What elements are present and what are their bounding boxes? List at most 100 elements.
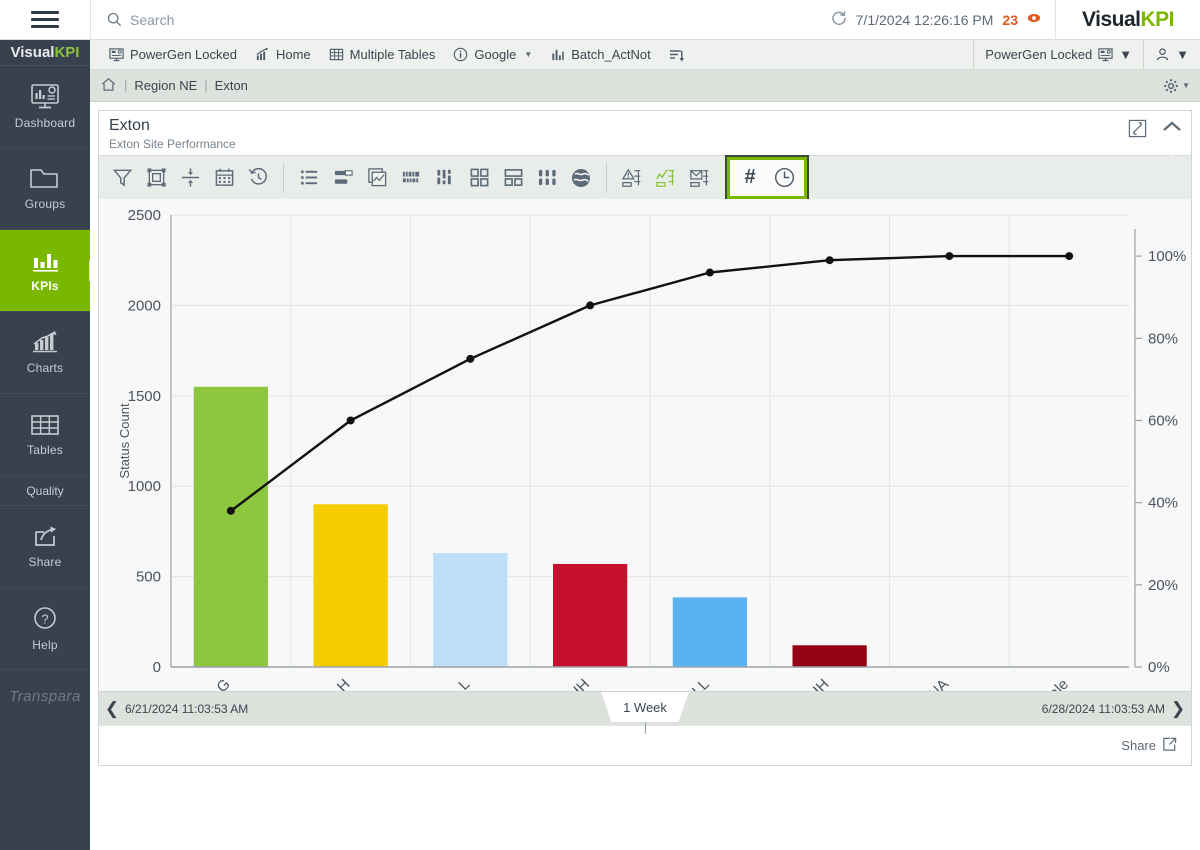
toolbar-group-count-time-highlighted: #	[727, 157, 807, 199]
sidebar-item-tables[interactable]: Tables	[0, 394, 90, 476]
external-share-icon[interactable]	[1162, 737, 1177, 755]
chart-bar[interactable]	[433, 553, 507, 667]
chevron-left-icon[interactable]: ❮	[99, 699, 125, 719]
line-chart-icon	[30, 330, 60, 355]
chevron-down-icon: ▼	[1119, 47, 1132, 62]
chart-line-point[interactable]	[227, 507, 235, 515]
calendar-icon[interactable]	[207, 161, 241, 195]
chart-line-point[interactable]	[826, 256, 834, 264]
alert-table-icon[interactable]	[615, 161, 649, 195]
pareto-chart[interactable]: 050010001500200025000%20%40%60%80%100%GH…	[99, 199, 1191, 691]
message-table-icon[interactable]	[683, 161, 717, 195]
search-input[interactable]: Search	[91, 12, 831, 28]
menu-item-google[interactable]: Google ▼	[444, 40, 541, 70]
chart-bar[interactable]	[793, 645, 867, 667]
chart-toolbar: #	[99, 155, 1191, 199]
chart-bar[interactable]	[194, 387, 268, 667]
toolbar-group-views	[292, 161, 598, 195]
y2-axis-tick-label: 100%	[1148, 248, 1186, 265]
info-circle-icon	[453, 47, 468, 62]
menu-item-home[interactable]: Home	[246, 40, 320, 70]
y2-axis-tick-label: 80%	[1148, 330, 1178, 347]
cards-icon[interactable]	[496, 161, 530, 195]
breadcrumb-item-exton[interactable]: Exton	[215, 78, 248, 93]
menu-item-multiple-tables[interactable]: Multiple Tables	[320, 40, 445, 70]
breadcrumb-item-region-ne[interactable]: Region NE	[134, 78, 197, 93]
hash-icon[interactable]: #	[733, 161, 767, 195]
chart-line-point[interactable]	[347, 416, 355, 424]
sidebar-item-dashboard[interactable]: Dashboard	[0, 66, 90, 148]
trend-table-icon[interactable]	[649, 161, 683, 195]
filter-icon[interactable]	[105, 161, 139, 195]
menu-item-powergen-locked[interactable]: PowerGen Locked	[100, 40, 246, 70]
chart-bar[interactable]	[314, 504, 388, 667]
chart-bar[interactable]	[553, 564, 627, 667]
history-clock-icon[interactable]	[241, 161, 275, 195]
y-axis-tick-label: 2500	[128, 207, 161, 224]
list-sort-icon	[669, 47, 685, 63]
home-icon[interactable]	[100, 76, 117, 96]
dashboard-icon	[30, 84, 60, 110]
column-chart-icon[interactable]	[428, 161, 462, 195]
refresh-icon[interactable]	[831, 10, 847, 30]
y-axis-title: Status Count	[117, 403, 132, 479]
time-range-selector[interactable]: 1 Week	[601, 692, 689, 722]
chart-line-point[interactable]	[706, 269, 714, 277]
context-selector-powergen-locked[interactable]: PowerGen Locked ▼	[974, 40, 1143, 70]
toolbar-group-reports	[615, 161, 717, 195]
toolbar-group-filters	[105, 161, 275, 195]
hamburger-icon	[31, 7, 59, 32]
bar-list-icon[interactable]	[326, 161, 360, 195]
menu-item-label: Batch_ActNot	[571, 47, 651, 62]
hamburger-menu-button[interactable]	[0, 0, 90, 40]
image-chart-icon[interactable]	[360, 161, 394, 195]
sidebar-item-quality[interactable]: Quality	[0, 476, 90, 506]
share-label[interactable]: Share	[1121, 738, 1156, 753]
sidebar-item-charts[interactable]: Charts	[0, 312, 90, 394]
chevron-down-icon: ▼	[524, 50, 532, 59]
clock-icon[interactable]	[767, 161, 801, 195]
expand-icon[interactable]	[1128, 119, 1147, 138]
select-region-icon[interactable]	[139, 161, 173, 195]
sidebar-item-share[interactable]: Share	[0, 506, 90, 588]
sidebar-item-help[interactable]: ? Help	[0, 588, 90, 670]
collapse-panel-button[interactable]	[1161, 119, 1183, 138]
page-title: Exton	[109, 117, 236, 135]
y2-axis-tick-label: 60%	[1148, 412, 1178, 429]
chart-line-point[interactable]	[586, 301, 594, 309]
chart-line-point[interactable]	[945, 252, 953, 260]
bar-icon	[550, 47, 565, 62]
settings-gear-button[interactable]: ▼	[1163, 78, 1190, 94]
matrix-icon[interactable]	[530, 161, 564, 195]
search-icon	[107, 12, 122, 27]
brand-part-1: Visual	[1082, 8, 1140, 31]
chart-bar[interactable]	[673, 597, 747, 667]
share-icon	[30, 524, 60, 549]
user-account-menu[interactable]: ▼	[1143, 40, 1200, 70]
eye-icon[interactable]	[1027, 11, 1041, 28]
sidebar-item-kpis[interactable]: KPIs	[0, 230, 90, 312]
tiles-icon[interactable]	[462, 161, 496, 195]
list-icon[interactable]	[292, 161, 326, 195]
chart-line-point[interactable]	[466, 355, 474, 363]
sidebar-item-label: KPIs	[31, 279, 58, 293]
app-menu-bar: PowerGen Locked Home	[90, 40, 1200, 70]
panel-header: Exton Exton Site Performance	[99, 111, 1191, 155]
chevron-right-icon[interactable]: ❯	[1165, 699, 1191, 719]
time-range-label: 1 Week	[623, 700, 667, 715]
panel-header-actions	[1128, 119, 1183, 138]
sidebar-item-label: Groups	[25, 197, 66, 211]
sparkline-icon[interactable]	[394, 161, 428, 195]
menu-item-batch-actnot[interactable]: Batch_ActNot	[541, 40, 660, 70]
distribute-icon[interactable]	[173, 161, 207, 195]
svg-text:?: ?	[41, 611, 48, 626]
alert-count-badge[interactable]: 23	[1002, 12, 1018, 28]
globe-icon[interactable]	[564, 161, 598, 195]
bar-chart-icon	[30, 249, 60, 273]
sidebar-item-groups[interactable]: Groups	[0, 148, 90, 230]
menu-item-sort[interactable]	[660, 40, 694, 70]
chart-line-point[interactable]	[1065, 252, 1073, 260]
table-icon	[29, 413, 61, 437]
chevron-down-icon: ▼	[1176, 47, 1189, 62]
toolbar-divider	[606, 163, 607, 193]
